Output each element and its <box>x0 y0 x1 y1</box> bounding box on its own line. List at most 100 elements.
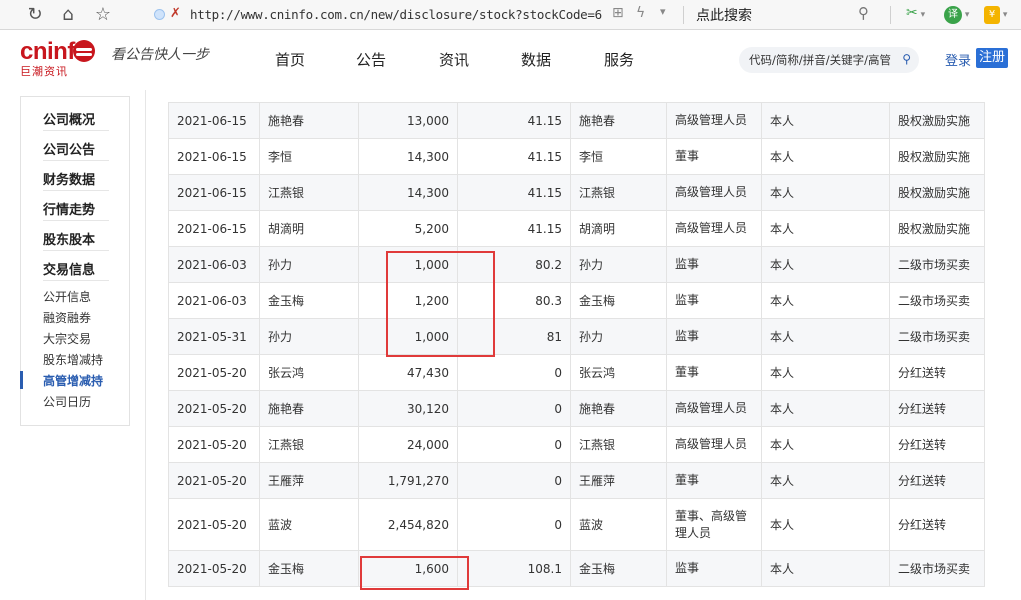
table-row: 2021-05-20 江燕银 24,000 0 江燕银 高级管理人员 本人 分红送转 <box>168 426 985 463</box>
nav-announcements[interactable]: 公告 <box>356 49 386 70</box>
site-search-input[interactable] <box>749 51 897 69</box>
cell-position: 高级管理人员 <box>666 210 762 247</box>
cell-relation: 本人 <box>761 390 890 427</box>
home-icon[interactable]: ⌂ <box>57 4 79 26</box>
chevron-down-icon[interactable]: ▾ <box>660 5 666 18</box>
nav-home[interactable]: 首页 <box>275 49 305 70</box>
search-icon[interactable]: ⚲ <box>902 52 911 66</box>
nav-news[interactable]: 资讯 <box>439 49 469 70</box>
scissors-icon[interactable]: ✂ ▾ <box>906 5 925 25</box>
sidebar-item-company-profile[interactable]: 公司概况 <box>43 109 109 128</box>
table-row: 2021-05-20 蓝波 2,454,820 0 蓝波 董事、高级管理人员 本人 分红送转 <box>168 498 985 551</box>
browser-toolbar: ↻ ⌂ ☆ ✗ http://www.cninfo.com.cn/new/dis… <box>0 0 1021 30</box>
cell-reason: 股权激励实施 <box>889 102 985 139</box>
cell-name: 蓝波 <box>259 498 359 551</box>
sidebar-subitem-shareholder-changes[interactable]: 股东增减持 <box>43 351 103 368</box>
refresh-icon[interactable]: ↻ <box>24 4 46 26</box>
cell-holder: 江燕银 <box>570 426 667 463</box>
logo[interactable]: cninf <box>20 38 75 66</box>
table-row: 2021-06-15 胡滴明 5,200 41.15 胡滴明 高级管理人员 本人 股权激励实施 <box>168 210 985 247</box>
cell-price: 108.1 <box>457 550 571 587</box>
cell-date: 2021-06-03 <box>168 246 260 283</box>
cell-relation: 本人 <box>761 550 890 587</box>
nav-data[interactable]: 数据 <box>521 49 551 70</box>
cell-relation: 本人 <box>761 174 890 211</box>
wallet-icon[interactable]: ¥ ▾ <box>984 5 1007 25</box>
cell-price: 0 <box>457 426 571 463</box>
cell-reason: 分红送转 <box>889 498 985 551</box>
url-text[interactable]: http://www.cninfo.com.cn/new/disclosure/… <box>190 7 602 22</box>
cell-date: 2021-06-15 <box>168 138 260 175</box>
sidebar-subitem-executive-changes[interactable]: 高管增减持 <box>43 372 103 389</box>
sidebar-item-shareholders[interactable]: 股东股本 <box>43 229 109 248</box>
cell-name: 李恒 <box>259 138 359 175</box>
highlight-box <box>360 556 469 590</box>
cell-shares: 14,300 <box>358 174 458 211</box>
cell-holder: 蓝波 <box>570 498 667 551</box>
main-content: 2021-06-15 施艳春 13,000 41.15 施艳春 高级管理人员 本人 股权激励实… <box>145 90 1021 600</box>
search-icon[interactable]: ⚲ <box>858 4 869 22</box>
register-button[interactable]: 注册 <box>976 48 1008 68</box>
cell-price: 41.15 <box>457 210 571 247</box>
address-bar[interactable]: ✗ http://www.cninfo.com.cn/new/disclosur… <box>146 3 682 27</box>
sidebar-item-announcements[interactable]: 公司公告 <box>43 139 109 158</box>
cell-relation: 本人 <box>761 318 890 355</box>
cell-relation: 本人 <box>761 102 890 139</box>
cell-position: 高级管理人员 <box>666 426 762 463</box>
lightning-icon[interactable]: ϟ <box>636 5 645 21</box>
cell-name: 金玉梅 <box>259 550 359 587</box>
sidebar-item-market-trend[interactable]: 行情走势 <box>43 199 109 218</box>
login-link[interactable]: 登录 <box>945 50 971 69</box>
cell-position: 高级管理人员 <box>666 174 762 211</box>
cell-relation: 本人 <box>761 282 890 319</box>
cell-position: 监事 <box>666 282 762 319</box>
cell-relation: 本人 <box>761 498 890 551</box>
cell-name: 金玉梅 <box>259 282 359 319</box>
cell-holder: 胡滴明 <box>570 210 667 247</box>
sidebar-subitem-block-trade[interactable]: 大宗交易 <box>43 330 91 347</box>
table-row: 2021-06-15 李恒 14,300 41.15 李恒 董事 本人 股权激励实施 <box>168 138 985 175</box>
sidebar-subitem-public-info[interactable]: 公开信息 <box>43 288 91 305</box>
divider <box>43 130 109 131</box>
cell-date: 2021-05-20 <box>168 498 260 551</box>
cell-name: 施艳春 <box>259 102 359 139</box>
cell-relation: 本人 <box>761 246 890 283</box>
cell-shares: 1,791,270 <box>358 462 458 499</box>
cell-shares: 24,000 <box>358 426 458 463</box>
sidebar-subitem-margin-trading[interactable]: 融资融券 <box>43 309 91 326</box>
cell-date: 2021-05-20 <box>168 390 260 427</box>
connection-error-icon: ✗ <box>170 6 181 21</box>
divider <box>890 6 891 24</box>
cell-relation: 本人 <box>761 210 890 247</box>
grid-icon[interactable]: ⊞ <box>612 5 624 21</box>
translate-icon[interactable]: 译 ▾ <box>944 5 969 25</box>
cell-name: 王雁萍 <box>259 462 359 499</box>
cell-relation: 本人 <box>761 462 890 499</box>
cell-relation: 本人 <box>761 354 890 391</box>
cell-date: 2021-05-31 <box>168 318 260 355</box>
cell-holder: 金玉梅 <box>570 282 667 319</box>
browser-search-input[interactable]: 点此搜索 <box>696 5 752 25</box>
cell-reason: 股权激励实施 <box>889 174 985 211</box>
star-icon[interactable]: ☆ <box>92 4 114 26</box>
cell-price: 0 <box>457 498 571 551</box>
sidebar-item-financials[interactable]: 财务数据 <box>43 169 109 188</box>
table-row: 2021-06-03 孙力 1,000 80.2 孙力 监事 本人 二级市场买卖 <box>168 246 985 283</box>
cell-price: 41.15 <box>457 174 571 211</box>
cell-relation: 本人 <box>761 138 890 175</box>
divider <box>683 6 684 24</box>
cell-position: 监事 <box>666 550 762 587</box>
cell-reason: 二级市场买卖 <box>889 246 985 283</box>
cell-holder: 施艳春 <box>570 102 667 139</box>
cell-date: 2021-05-20 <box>168 354 260 391</box>
nav-services[interactable]: 服务 <box>604 49 634 70</box>
cell-holder: 江燕银 <box>570 174 667 211</box>
sidebar-subitem-company-calendar[interactable]: 公司日历 <box>43 393 91 410</box>
cell-price: 0 <box>457 354 571 391</box>
sidebar-item-trading-info[interactable]: 交易信息 <box>43 259 109 278</box>
cell-holder: 孙力 <box>570 318 667 355</box>
table-row: 2021-05-20 王雁萍 1,791,270 0 王雁萍 董事 本人 分红送转 <box>168 462 985 499</box>
cell-holder: 金玉梅 <box>570 550 667 587</box>
cell-name: 孙力 <box>259 246 359 283</box>
cell-position: 监事 <box>666 246 762 283</box>
